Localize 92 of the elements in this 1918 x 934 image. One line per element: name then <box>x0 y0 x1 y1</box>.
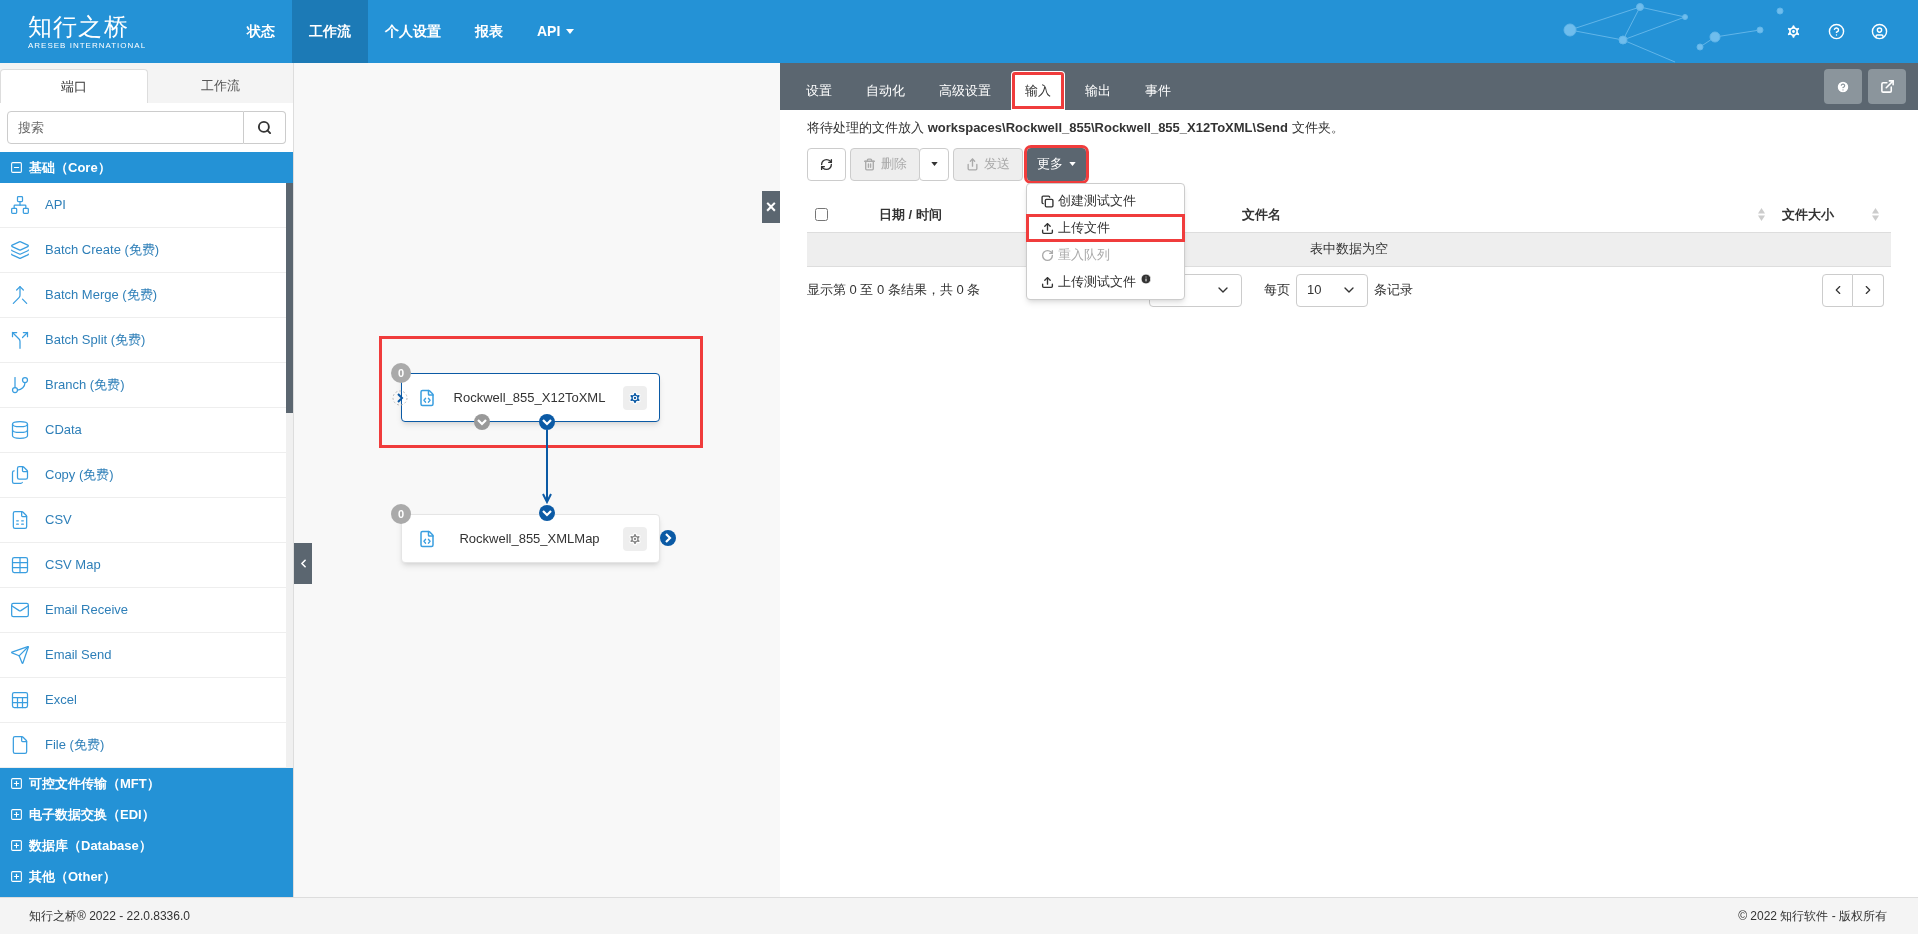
node-name: Rockwell_855_XMLMap <box>458 529 601 548</box>
output-port-icon[interactable] <box>660 530 676 546</box>
gear-icon <box>628 390 642 405</box>
connector-icon <box>10 330 30 350</box>
sidebar-tab[interactable]: 工作流 <box>147 69 293 103</box>
refresh-icon <box>820 157 833 171</box>
column-header[interactable]: 文件大小 <box>1782 204 1872 225</box>
nav-link[interactable]: 报表 <box>458 0 520 63</box>
panel-tab[interactable]: 事件 <box>1131 71 1185 110</box>
connector-icon <box>10 600 30 620</box>
external-link-button[interactable] <box>1868 69 1906 104</box>
panel-tab[interactable]: 输出 <box>1071 71 1125 110</box>
dashed-port-icon[interactable] <box>392 390 408 406</box>
group-header[interactable]: 电子数据交换（EDI） <box>0 799 293 830</box>
search-field[interactable]: 搜索 <box>7 111 244 144</box>
info-text: 将待处理的文件放入 workspaces\Rockwell_855\Rockwell_855_X12ToXML\Send 文件夹。 <box>807 119 1345 137</box>
connector-icon <box>10 285 30 305</box>
upload-icon <box>1041 221 1054 235</box>
help-button[interactable] <box>1824 69 1862 104</box>
footer-version: 知行之桥® 2022 - 22.0.8336.0 <box>29 908 190 925</box>
port-icon[interactable] <box>539 414 555 430</box>
upload-icon <box>1041 275 1054 289</box>
expand-icon <box>10 808 23 821</box>
footer-copyright: © 2022 知行软件 - 版权所有 <box>1738 908 1887 925</box>
panel-tab[interactable]: 设置 <box>792 71 846 110</box>
copy-icon <box>1041 194 1054 208</box>
send-icon <box>966 157 979 171</box>
panel-tab[interactable]: 自动化 <box>852 71 919 110</box>
file-icon <box>418 529 436 548</box>
caret-icon <box>930 162 938 166</box>
count-badge: 0 <box>391 363 411 383</box>
connector-icon <box>10 375 30 395</box>
connector-icon <box>10 240 30 260</box>
port-icon[interactable] <box>539 505 555 521</box>
port-icon[interactable] <box>474 414 490 430</box>
connector-icon <box>10 735 30 755</box>
panel-tab[interactable]: 高级设置 <box>925 71 1005 110</box>
external-link-icon <box>1879 79 1895 94</box>
per-page-select[interactable]: 10 <box>1296 273 1368 307</box>
dropdown-toggle[interactable] <box>919 147 949 181</box>
menu-item[interactable]: 上传测试文件 <box>1029 271 1182 293</box>
expand-icon <box>10 777 23 790</box>
file-icon <box>418 388 436 407</box>
connector-icon <box>10 195 30 215</box>
refresh-button[interactable] <box>807 147 846 181</box>
connector-icon <box>10 645 30 665</box>
collapse-icon <box>10 161 23 174</box>
expand-icon <box>10 839 23 852</box>
menu-item[interactable]: 创建测试文件 <box>1029 190 1182 212</box>
nav-link[interactable]: API <box>520 0 592 63</box>
connector-icon <box>10 510 30 530</box>
group-header[interactable]: 可控文件传输（MFT） <box>0 768 293 799</box>
connector-icon <box>10 465 30 485</box>
group-header[interactable]: 基础（Core） <box>0 152 293 183</box>
group-header[interactable]: 其他（Other） <box>0 861 293 892</box>
scrollbar[interactable] <box>286 183 293 413</box>
panel-tab[interactable]: 输入 <box>1011 71 1065 110</box>
nav-link[interactable]: 工作流 <box>292 0 368 63</box>
expand-icon <box>10 870 23 883</box>
records-label: 条记录 <box>1374 281 1413 300</box>
select-all-checkbox[interactable] <box>815 208 828 221</box>
caret-icon <box>1069 162 1076 166</box>
connector-icon <box>10 420 30 440</box>
per-page-label: 每页 <box>1264 281 1290 300</box>
sidebar-tab[interactable]: 端口 <box>0 69 148 103</box>
nav-link[interactable]: 个人设置 <box>368 0 458 63</box>
search-button[interactable] <box>244 111 286 144</box>
delete-icon <box>863 157 876 171</box>
settings-button[interactable] <box>623 526 647 551</box>
nav-link[interactable]: 状态 <box>230 0 292 63</box>
settings-icon[interactable] <box>1785 23 1802 40</box>
help-icon[interactable] <box>1828 23 1845 40</box>
collapse-button[interactable] <box>294 543 312 584</box>
column-header[interactable]: 日期 / 时间 <box>879 204 942 225</box>
info-icon <box>1140 273 1152 285</box>
group-header[interactable]: 数据库（Database） <box>0 830 293 861</box>
result-summary: 显示第 0 至 0 条结果，共 0 条 <box>807 282 981 298</box>
search-icon <box>257 120 272 135</box>
user-icon[interactable] <box>1871 23 1888 40</box>
help-icon <box>1836 79 1850 94</box>
gear-icon <box>628 531 642 546</box>
connector-icon <box>10 555 30 575</box>
column-header[interactable]: 文件名 <box>1241 204 1281 225</box>
settings-button[interactable] <box>623 385 647 410</box>
node-name: Rockwell_855_X12ToXML <box>452 388 607 407</box>
more-button[interactable]: 更多 <box>1027 147 1086 181</box>
count-badge: 0 <box>391 504 411 524</box>
connector-icon <box>10 690 30 710</box>
close-button[interactable]: × <box>762 191 780 223</box>
redo-icon <box>1041 248 1054 262</box>
caret-icon <box>566 29 575 34</box>
logo: 知行之桥 ARESEB INTERNATIONAL <box>27 13 148 50</box>
